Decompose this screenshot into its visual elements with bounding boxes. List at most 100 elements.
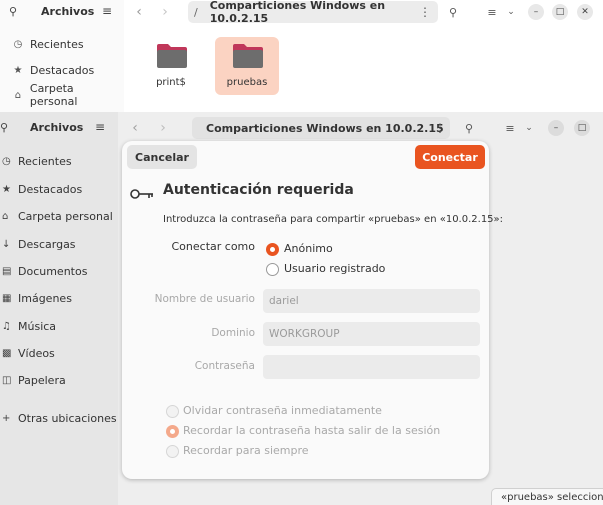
domain-label: Dominio (211, 327, 255, 339)
folder-label: print$ (156, 77, 186, 88)
dialog-message: Introduzca la contraseña para compartir … (163, 214, 504, 225)
sidebar-item-label: Música (18, 319, 57, 333)
username-label: Nombre de usuario (154, 293, 255, 305)
close-button[interactable]: ✕ (577, 4, 593, 20)
home-icon: ⌂ (14, 89, 22, 101)
sidebar-item-label: Otras ubicaciones (18, 411, 117, 425)
radio-anonimo[interactable] (266, 243, 279, 256)
path-separator: / (194, 5, 198, 19)
path-bar[interactable]: / Comparticiones Windows en 10.0.2.15 (188, 0, 438, 25)
document-icon: ▤ (2, 265, 12, 277)
sidebar-item-recientes[interactable]: ◷ Recientes (0, 151, 72, 171)
folder-pruebas[interactable]: pruebas (215, 37, 279, 95)
sidebar-item-label: Vídeos (18, 346, 55, 360)
chevron-down-icon[interactable]: ⌄ (524, 120, 534, 136)
radio-recordar-siempre[interactable] (166, 445, 179, 458)
path-label: Comparticiones Windows en 10.0.2.15 (206, 121, 444, 135)
radio-recordar-sesion[interactable] (166, 425, 179, 438)
radio-olvidar-label: Olvidar contraseña inmediatamente (183, 404, 382, 417)
sidebar-item-musica[interactable]: ♫ Música (0, 316, 56, 336)
star-icon: ★ (13, 64, 23, 76)
maximize-button[interactable]: □ (574, 120, 590, 136)
list-view-icon[interactable]: ≡ (486, 4, 498, 20)
top-files-window: ⚲ Archivos ≡ ◷ Recientes ★ Destacados ⌂ … (0, 0, 603, 112)
maximize-button[interactable]: □ (552, 4, 568, 20)
sidebar-item-label: Destacados (18, 182, 83, 196)
domain-field[interactable]: WORKGROUP (263, 322, 480, 346)
sidebar-item-label: Imágenes (18, 291, 72, 305)
sidebar-item-otras-ubicaciones[interactable]: + Otras ubicaciones (0, 408, 117, 428)
sidebar-title: Archivos (30, 121, 84, 134)
back-button[interactable]: ‹ (128, 119, 142, 137)
back-button[interactable]: ‹ (132, 3, 146, 21)
folder-print[interactable]: print$ (139, 37, 203, 95)
clock-icon: ◷ (13, 38, 23, 50)
sidebar-item-descargas[interactable]: ↓ Descargas (0, 234, 76, 254)
sidebar-item-destacados[interactable]: ★ Destacados (0, 179, 82, 199)
path-label: Comparticiones Windows en 10.0.2.15 (209, 0, 386, 25)
bottom-sidebar: ⚲ Archivos ≡ ◷ Recientes ★ Destacados ⌂ … (0, 112, 118, 505)
sidebar-item-documentos[interactable]: ▤ Documentos (0, 261, 87, 281)
star-icon: ★ (2, 183, 11, 195)
sidebar-item-label: Descargas (18, 237, 76, 251)
sidebar-item-label: Destacados (30, 63, 95, 77)
forward-button[interactable]: › (156, 119, 170, 137)
minimize-button[interactable]: – (528, 4, 544, 20)
password-field[interactable] (263, 355, 480, 379)
search-in-folder-icon[interactable]: ⚲ (446, 4, 460, 20)
music-icon: ♫ (2, 320, 11, 332)
image-icon: ▦ (2, 292, 12, 304)
forward-button[interactable]: › (158, 3, 172, 21)
password-label: Contraseña (194, 360, 255, 372)
radio-anonimo-label: Anónimo (284, 242, 333, 255)
search-icon[interactable]: ⚲ (9, 5, 17, 18)
list-view-icon[interactable]: ≡ (504, 120, 516, 136)
folder-icon (233, 44, 263, 68)
radio-olvidar[interactable] (166, 405, 179, 418)
sidebar-item-videos[interactable]: ▩ Vídeos (0, 343, 55, 363)
sidebar-item-papelera[interactable]: ◫ Papelera (0, 370, 66, 390)
username-field[interactable]: dariel (263, 289, 480, 313)
dialog-title: Autenticación requerida (163, 182, 354, 198)
plus-icon: + (2, 412, 11, 424)
radio-recordar-siempre-label: Recordar para siempre (183, 444, 309, 457)
home-icon: ⌂ (2, 210, 9, 222)
status-bar: «pruebas» seleccionada (491, 488, 603, 505)
radio-usuario-registrado[interactable] (266, 263, 279, 276)
path-menu-button[interactable]: ⋮ (434, 120, 446, 136)
clock-icon: ◷ (2, 155, 11, 167)
cancel-button[interactable]: Cancelar (127, 145, 197, 169)
trash-icon: ◫ (2, 374, 12, 386)
connect-as-label: Conectar como (171, 240, 256, 253)
download-icon: ↓ (2, 238, 11, 250)
hamburger-icon[interactable]: ≡ (102, 4, 112, 18)
sidebar-item-label: Carpeta personal (29, 82, 78, 108)
auth-dialog: Cancelar Conectar Autenticación requerid… (122, 141, 503, 479)
radio-usuario-registrado-label: Usuario registrado (284, 262, 386, 275)
search-in-folder-icon[interactable]: ⚲ (462, 120, 476, 136)
path-menu-button[interactable]: ⋮ (419, 4, 431, 20)
folder-icon (157, 44, 187, 68)
sidebar-item-imagenes[interactable]: ▦ Imágenes (0, 288, 72, 308)
sidebar-item-recientes[interactable]: ◷ Recientes (0, 33, 84, 55)
sidebar-item-label: Recientes (30, 37, 84, 51)
key-icon (130, 189, 153, 199)
sidebar-title: Archivos (41, 5, 95, 18)
sidebar-item-carpeta-personal[interactable]: ⌂ Carpeta personal (0, 82, 124, 108)
radio-recordar-sesion-label: Recordar la contraseña hasta salir de la… (183, 424, 441, 437)
connect-button[interactable]: Conectar (415, 145, 485, 169)
search-icon[interactable]: ⚲ (0, 121, 8, 134)
minimize-button[interactable]: – (548, 120, 564, 136)
sidebar-item-label: Documentos (18, 264, 88, 278)
top-sidebar: ⚲ Archivos ≡ ◷ Recientes ★ Destacados ⌂ … (0, 0, 124, 112)
headerbar: ‹ › / Comparticiones Windows en 10.0.2.1… (124, 0, 603, 26)
chevron-down-icon[interactable]: ⌄ (506, 4, 516, 20)
path-bar[interactable]: Comparticiones Windows en 10.0.2.15 (192, 117, 450, 139)
sidebar-item-label: Papelera (18, 373, 66, 387)
sidebar-item-carpeta-personal[interactable]: ⌂ Carpeta personal (0, 206, 113, 226)
video-icon: ▩ (2, 347, 12, 359)
sidebar-item-label: Recientes (18, 154, 72, 168)
sidebar-item-destacados[interactable]: ★ Destacados (0, 59, 95, 81)
hamburger-icon[interactable]: ≡ (95, 120, 105, 134)
folder-label: pruebas (226, 77, 268, 88)
